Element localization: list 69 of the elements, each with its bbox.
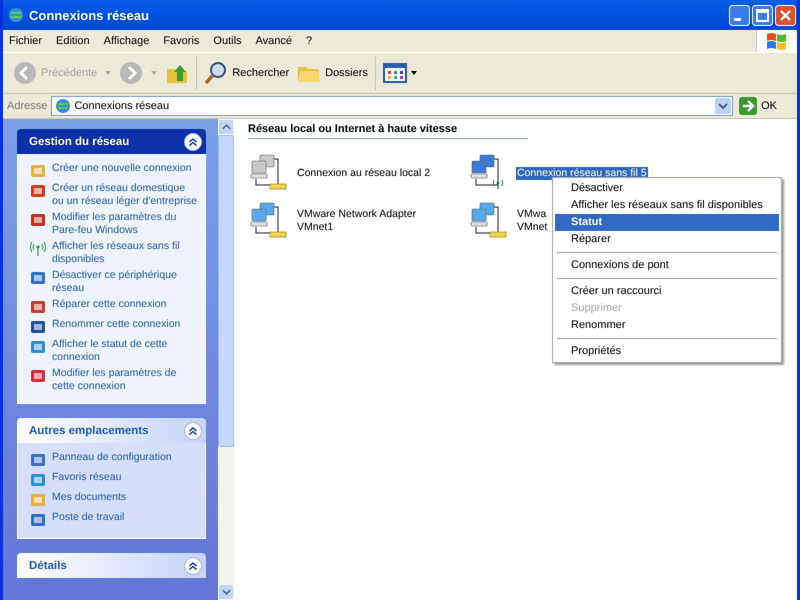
panel-title: Autres emplacements <box>29 424 150 436</box>
window-title: Connexions réseau <box>29 8 149 22</box>
antenna-icon <box>30 241 46 257</box>
task-link[interactable]: Modifier les paramètres de cette connexion <box>52 367 199 393</box>
menu-item[interactable]: Edition <box>50 35 98 47</box>
task-link[interactable]: Mes documents <box>52 491 126 504</box>
scrollbar[interactable] <box>218 119 234 600</box>
task-icon <box>30 163 46 179</box>
task-link[interactable]: Modifier les paramètres du Pare-feu Windows <box>52 211 199 237</box>
task-icon <box>30 270 46 286</box>
context-menu-item[interactable]: Renommer <box>555 317 779 334</box>
task-icon <box>30 319 46 335</box>
folders-button[interactable]: Dossiers <box>293 59 372 87</box>
task-icon <box>30 452 46 468</box>
task-icon <box>30 183 46 199</box>
go-button[interactable]: OK <box>737 97 795 115</box>
menu-item[interactable]: Outils <box>207 35 250 47</box>
task-icon <box>30 299 46 315</box>
task-icon <box>30 492 46 508</box>
collapse-button[interactable] <box>184 556 202 574</box>
task-link[interactable]: Créer un réseau domestique ou un réseau léger d'entreprise <box>52 182 199 208</box>
search-button[interactable]: Rechercher <box>200 59 294 87</box>
minimize-button[interactable] <box>729 4 750 26</box>
scroll-up-icon[interactable] <box>222 124 230 130</box>
views-icon <box>382 61 407 85</box>
scroll-down-icon[interactable] <box>222 589 230 595</box>
go-arrow-icon <box>739 97 758 115</box>
connection-label[interactable]: VMware Network Adapter VMnet1 <box>296 208 418 234</box>
context-menu-item[interactable]: Réparer <box>555 231 779 248</box>
task-link[interactable]: Panneau de configuration <box>52 451 172 464</box>
address-label: Adresse <box>7 100 48 112</box>
menu-item[interactable]: Favoris <box>157 35 208 47</box>
task-link[interactable]: Poste de travail <box>52 511 124 524</box>
menu-item[interactable]: ? <box>300 35 320 47</box>
task-link[interactable]: Afficher le statut de cette connexion <box>52 338 199 364</box>
maximize-button[interactable] <box>752 4 773 26</box>
task-icon <box>30 212 46 228</box>
task-link[interactable]: Renommer cette connexion <box>52 318 180 331</box>
task-link[interactable]: Afficher les réseaux sans fil disponibles <box>52 240 199 266</box>
caret-icon <box>410 71 417 75</box>
task-icon <box>30 512 46 528</box>
task-icon <box>30 368 46 384</box>
task-link[interactable]: Créer une nouvelle connexion <box>52 162 192 175</box>
task-link[interactable]: Réparer cette connexion <box>52 298 166 311</box>
menu-item[interactable]: Avancé <box>250 35 300 47</box>
network-globe-icon <box>8 7 24 23</box>
task-icon <box>30 339 46 355</box>
search-icon <box>204 61 228 85</box>
context-menu-item[interactable]: Statut <box>555 214 779 231</box>
address-field[interactable]: Connexions réseau <box>51 96 734 116</box>
task-link[interactable]: Favoris réseau <box>52 471 122 484</box>
menu-item[interactable]: Affichage <box>98 35 158 47</box>
context-menu-item[interactable]: Connexions de pont <box>555 257 779 274</box>
dropdown-button[interactable] <box>715 98 732 114</box>
panel-title: Gestion du réseau <box>29 136 130 148</box>
collapse-button[interactable] <box>184 422 202 440</box>
collapse-button[interactable] <box>184 132 202 150</box>
task-link[interactable]: Désactiver ce périphérique réseau <box>52 269 199 295</box>
panel-title: Détails <box>29 560 68 572</box>
context-menu-item[interactable]: Afficher les réseaux sans fil disponibles <box>555 197 779 214</box>
menu-item[interactable]: Fichier <box>3 35 50 47</box>
context-menu-item[interactable]: Créer un raccourci <box>555 283 779 300</box>
group-header: Réseau local ou Internet à haute vitesse <box>248 123 528 139</box>
context-menu-item[interactable]: Désactiver <box>555 180 779 197</box>
connection-label[interactable]: VMwa VMnet <box>516 208 548 234</box>
context-menu-item[interactable]: Propriétés <box>555 343 779 360</box>
network-globe-icon <box>55 98 72 114</box>
close-button[interactable] <box>775 4 796 26</box>
task-icon <box>30 472 46 488</box>
